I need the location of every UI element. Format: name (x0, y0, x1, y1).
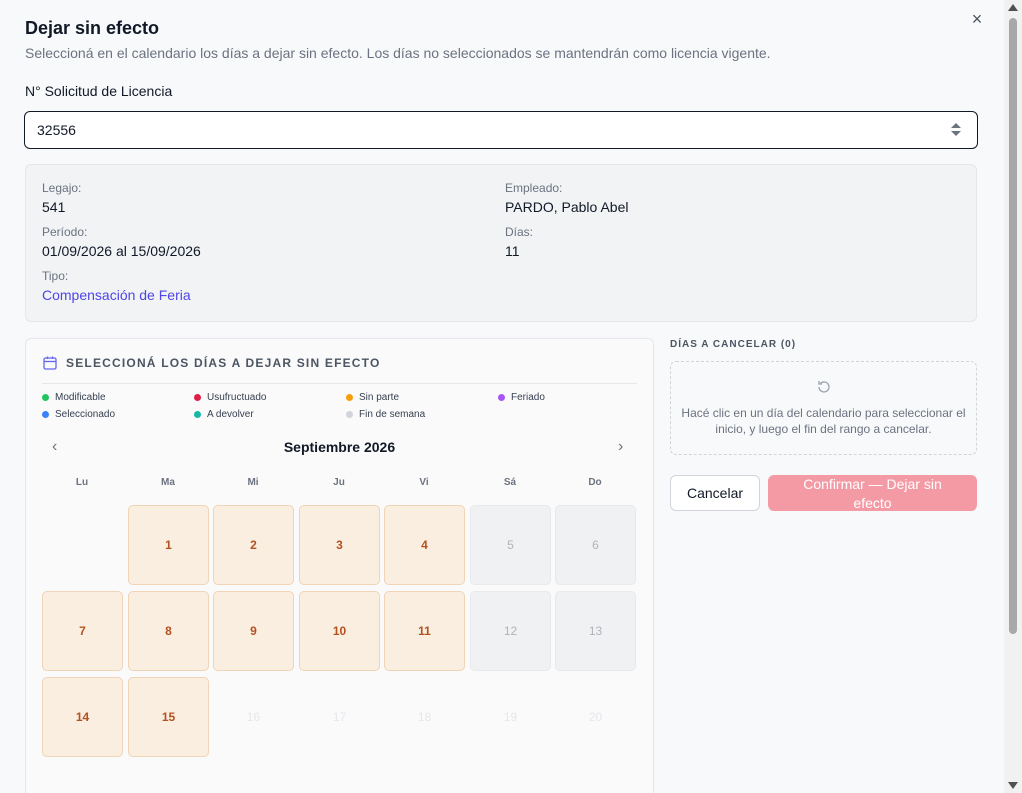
legend-label: Modificable (55, 392, 106, 403)
legend-dot-icon (42, 394, 49, 401)
calendar-day[interactable]: 1 (128, 505, 209, 585)
weekday-label: Mi (247, 477, 259, 488)
calendar-day: 17 (332, 710, 347, 724)
next-month-icon[interactable]: › (618, 439, 623, 455)
request-number-label: N° Solicitud de Licencia (25, 83, 173, 99)
legend-dot-icon (346, 411, 353, 418)
legend-label: Seleccionado (55, 409, 116, 420)
confirm-button[interactable]: Confirmar — Dejar sin efecto (768, 475, 977, 511)
calendar-day[interactable]: 3 (299, 505, 380, 585)
refresh-icon (818, 381, 830, 393)
empty-state-text: Hacé clic en un día del calendario para … (681, 406, 966, 436)
weekday-label: Do (588, 477, 602, 488)
legend-label: Usufructuado (207, 392, 267, 403)
weekday-label: Ma (161, 477, 175, 488)
calendar-day: 16 (246, 710, 261, 724)
calendar-heading-text: SELECCIONÁ LOS DÍAS A DEJAR SIN EFECTO (66, 356, 381, 370)
calendar-day[interactable]: 9 (213, 591, 294, 671)
legend-dot-icon (346, 394, 353, 401)
calendar-day[interactable]: 14 (42, 677, 123, 757)
scrollbar[interactable] (1004, 0, 1022, 793)
request-number-input[interactable] (25, 112, 977, 148)
calendar-icon (43, 356, 57, 370)
legend-item: Feriado (498, 392, 545, 403)
legend-item: A devolver (194, 409, 254, 420)
request-number-field[interactable] (24, 111, 978, 149)
calendar-day[interactable]: 15 (128, 677, 209, 757)
calendar-day: 6 (555, 505, 636, 585)
legend-item: Seleccionado (42, 409, 115, 420)
calendar-card: SELECCIONÁ LOS DÍAS A DEJAR SIN EFECTO M… (25, 338, 654, 793)
legend-label: Fin de semana (359, 409, 426, 420)
calendar-day[interactable]: 10 (299, 591, 380, 671)
cancel-days-label: DÍAS A CANCELAR (0) (670, 339, 797, 350)
calendar-day[interactable]: 7 (42, 591, 123, 671)
empleado-value: PARDO, Pablo Abel (505, 199, 629, 215)
legend-item: Usufructuado (194, 392, 266, 403)
calendar-day[interactable]: 2 (213, 505, 294, 585)
legend-dot-icon (42, 411, 49, 418)
weekday-label: Sá (503, 477, 517, 488)
legend-label: A devolver (207, 409, 254, 420)
cancel-button[interactable]: Cancelar (670, 475, 760, 511)
calendar-day: 19 (503, 710, 518, 724)
month-title: Septiembre 2026 (283, 439, 396, 455)
calendar-day[interactable]: 4 (384, 505, 465, 585)
dialog-title: Dejar sin efecto (25, 18, 160, 38)
scroll-down-icon[interactable] (1008, 782, 1018, 789)
calendar-day: 13 (555, 591, 636, 671)
number-spinner-icon[interactable] (951, 122, 961, 138)
legend-item: Fin de semana (346, 409, 425, 420)
license-info-card: Legajo: 541 Empleado: PARDO, Pablo Abel … (25, 164, 977, 322)
calendar-day: 20 (588, 710, 603, 724)
calendar-day: 18 (417, 710, 432, 724)
legend-item: Sin parte (346, 392, 399, 403)
dias-value: 11 (505, 243, 520, 259)
scroll-up-icon[interactable] (1008, 4, 1018, 11)
legend-label: Sin parte (359, 392, 400, 403)
cancel-days-empty-state: Hacé clic en un día del calendario para … (670, 361, 977, 455)
weekday-label: Ju (333, 477, 345, 488)
dias-label: Días: (505, 225, 534, 239)
calendar-day: 12 (470, 591, 551, 671)
empleado-label: Empleado: (505, 181, 563, 195)
calendar-day[interactable]: 8 (128, 591, 209, 671)
periodo-label: Período: (42, 225, 88, 239)
tipo-label: Tipo: (42, 269, 69, 283)
close-icon[interactable]: × (968, 10, 986, 28)
legajo-label: Legajo: (42, 181, 82, 195)
dialog-subtitle: Seleccioná en el calendario los días a d… (25, 45, 771, 61)
calendar-day: 5 (470, 505, 551, 585)
calendar-heading: SELECCIONÁ LOS DÍAS A DEJAR SIN EFECTO (42, 355, 381, 371)
legend-label: Feriado (511, 392, 545, 403)
calendar-day[interactable]: 11 (384, 591, 465, 671)
legend-dot-icon (194, 411, 201, 418)
scroll-thumb[interactable] (1009, 18, 1017, 634)
divider (42, 383, 637, 384)
weekday-label: Lu (75, 477, 89, 488)
legend-item: Modificable (42, 392, 106, 403)
legajo-value: 541 (42, 199, 66, 215)
weekday-label: Vi (419, 477, 429, 488)
legend-dot-icon (194, 394, 201, 401)
periodo-value: 01/09/2026 al 15/09/2026 (42, 243, 201, 259)
tipo-value: Compensación de Feria (42, 287, 191, 303)
dialog: × Dejar sin efecto Seleccioná en el cale… (0, 0, 1004, 793)
legend-dot-icon (498, 394, 505, 401)
